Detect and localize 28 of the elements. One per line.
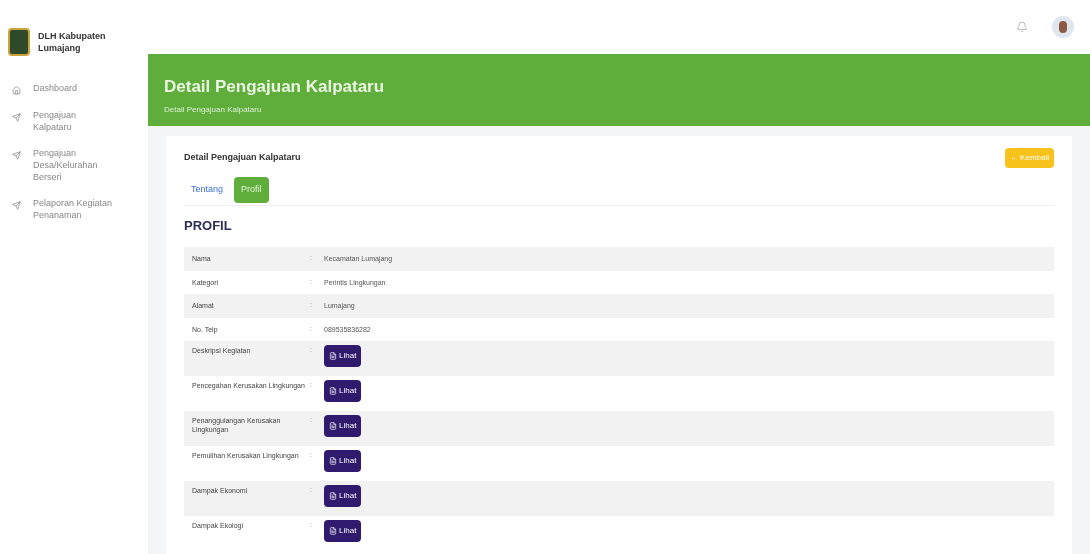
breadcrumb: Detail Pengajuan Kalpataru — [164, 103, 263, 116]
sidebar-item[interactable]: Pelaporan Kegiatan Penanaman — [0, 195, 148, 221]
page-title: Detail Pengajuan Kalpataru — [164, 76, 386, 98]
file-icon — [329, 422, 337, 430]
view-button[interactable]: Lihat — [324, 520, 362, 542]
send-icon — [12, 151, 21, 160]
view-button[interactable]: Lihat — [324, 345, 362, 367]
view-button[interactable]: Lihat — [324, 450, 362, 472]
sidebar-item[interactable]: Dashboard — [0, 80, 148, 95]
section-title: PROFIL — [184, 216, 233, 235]
file-icon — [329, 492, 337, 500]
file-icon — [329, 352, 337, 360]
view-button[interactable]: Lihat — [324, 415, 362, 437]
file-icon — [329, 527, 337, 535]
file-icon — [329, 457, 337, 465]
file-icon — [329, 387, 337, 395]
send-icon — [12, 113, 21, 122]
sidebar-item[interactable]: Pengajuan Desa/Kelurahan Berseri — [0, 145, 148, 183]
logo-icon — [8, 28, 30, 56]
home-icon — [12, 86, 21, 95]
brand-name: DLH Kabupaten Lumajang — [38, 30, 107, 54]
view-button[interactable]: Lihat — [324, 485, 362, 507]
send-icon — [12, 201, 21, 210]
card-title: Detail Pengajuan Kalpataru — [184, 151, 301, 165]
view-button[interactable]: Lihat — [324, 380, 362, 402]
sidebar-item[interactable]: Pengajuan Kalpataru — [0, 107, 148, 133]
avatar[interactable] — [1052, 16, 1074, 38]
tab[interactable]: Tentang — [184, 177, 231, 203]
